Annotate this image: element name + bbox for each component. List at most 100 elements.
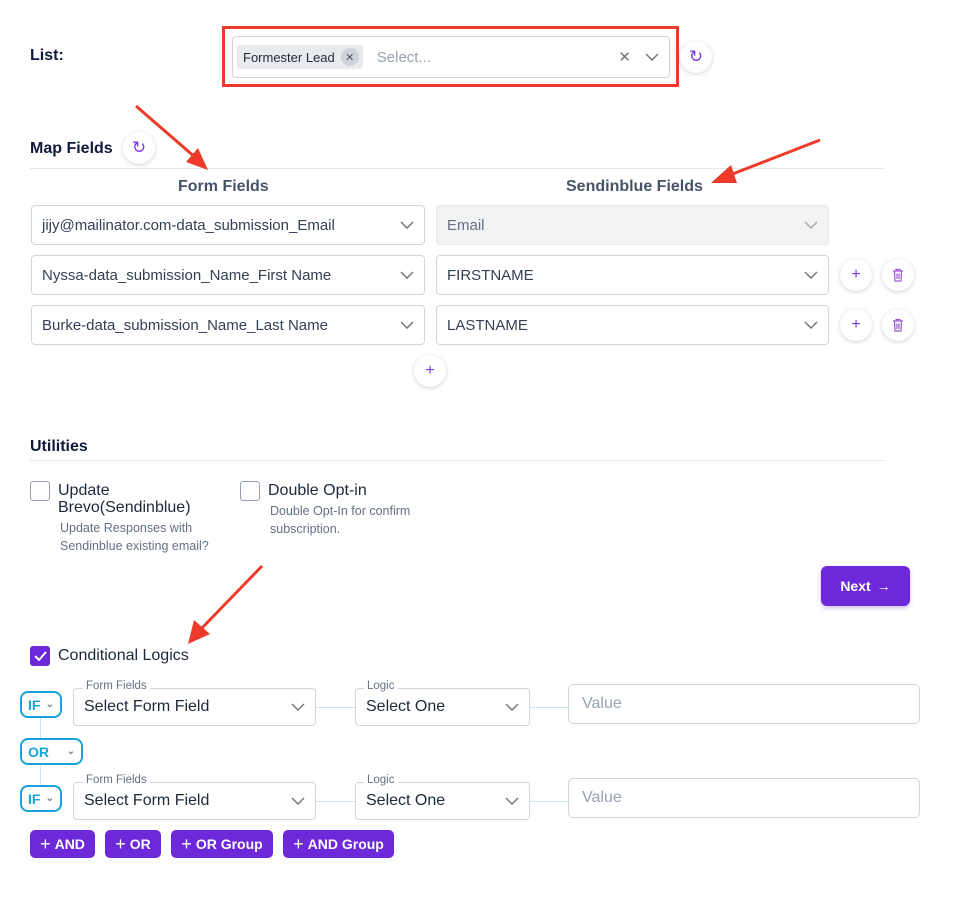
logic-float-label: Logic [364,774,398,786]
add-and-label: AND [54,836,85,852]
if-operator-select[interactable]: IF ⌄ [20,785,62,812]
chevron-down-icon [400,321,414,329]
checkmark-icon [33,651,47,661]
form-fields-float-label: Form Fields [83,680,150,692]
update-brevo-label-line1: Update [58,482,110,499]
chevron-down-icon: ⌄ [45,699,54,710]
plus-icon: + [851,316,861,333]
list-tag: Formester Lead ✕ [237,45,363,69]
chevron-down-icon [400,271,414,279]
form-fields-float-label: Form Fields [83,774,150,786]
condition-logic-select[interactable]: Select One [355,688,530,726]
sendinblue-field-value: LASTNAME [447,316,528,334]
plus-icon: + [425,362,435,379]
condition-form-field-value: Select Form Field [84,792,210,809]
sendinblue-field-value: Email [447,216,485,234]
update-brevo-label: Update Brevo(Sendinblue) [58,482,191,516]
chevron-down-icon [804,321,818,329]
sendinblue-field-value: FIRSTNAME [447,266,534,284]
connector-line [40,765,41,785]
delete-row-button[interactable] [882,309,914,341]
double-optin-help-line2: subscription. [270,522,341,536]
condition-value-placeholder: Value [582,695,622,712]
logic-float-label: Logic [364,680,398,692]
chevron-down-icon [291,797,305,805]
remove-tag-icon[interactable]: ✕ [340,48,359,66]
double-optin-checkbox[interactable] [240,481,260,501]
if-operator-label: IF [28,790,41,807]
utilities-title: Utilities [30,438,88,455]
sendinblue-field-select[interactable]: LASTNAME [436,305,829,345]
arrow-right-icon: → [876,578,891,594]
or-operator-select[interactable]: OR ⌄ [20,738,83,765]
plus-icon: + [851,266,861,283]
annotation-arrow-icon [711,138,821,183]
add-row-button[interactable]: + [840,309,872,341]
condition-value-input[interactable]: Value [568,778,920,818]
list-select[interactable]: Formester Lead ✕ Select... ✕ [232,36,670,78]
add-and-group-label: AND Group [307,836,384,852]
condition-form-field-select[interactable]: Select Form Field [73,688,316,726]
form-fields-header: Form Fields [178,178,269,195]
list-select-placeholder: Select... [376,48,431,66]
double-optin-help: Double Opt-In for confirm subscription. [270,502,410,538]
conditional-logics-label: Conditional Logics [58,647,189,664]
update-brevo-help-line2: Sendinblue existing email? [60,539,209,553]
form-field-value: Nyssa-data_submission_Name_First Name [42,266,332,284]
double-optin-label: Double Opt-in [268,482,367,499]
conditional-logics-checkbox[interactable] [30,646,50,666]
next-button-label: Next [840,578,871,594]
plus-icon: + [181,833,192,854]
chevron-down-icon [291,703,305,711]
refresh-list-button[interactable]: ↻ [680,41,712,73]
connector-line [315,707,355,708]
condition-logic-value: Select One [366,698,446,715]
trash-icon [893,318,903,332]
condition-form-field-value: Select Form Field [84,698,210,715]
double-optin-help-line1: Double Opt-In for confirm [270,504,411,518]
form-field-value: Burke-data_submission_Name_Last Name [42,316,328,334]
map-fields-title: Map Fields [30,140,113,157]
form-field-select[interactable]: Nyssa-data_submission_Name_First Name [31,255,425,295]
chevron-down-icon [400,221,414,229]
add-row-button[interactable]: + [840,259,872,291]
add-and-button[interactable]: + AND [30,830,95,858]
divider [30,460,884,461]
connector-line [315,801,355,802]
condition-logic-select[interactable]: Select One [355,782,530,820]
condition-logic-value: Select One [366,792,446,809]
delete-row-button[interactable] [882,259,914,291]
add-or-group-button[interactable]: + OR Group [171,830,273,858]
chevron-down-icon [505,703,519,711]
annotation-arrow-icon [135,104,208,170]
form-field-value: jijy@mailinator.com-data_submission_Emai… [42,216,335,234]
list-label: List: [30,47,64,64]
update-brevo-checkbox[interactable] [30,481,50,501]
connector-line [40,718,41,738]
plus-icon: + [293,833,304,854]
form-field-select[interactable]: jijy@mailinator.com-data_submission_Emai… [31,205,425,245]
add-or-button[interactable]: + OR [105,830,161,858]
chevron-down-icon[interactable] [645,53,659,61]
clear-icon[interactable]: ✕ [618,48,631,66]
chevron-down-icon: ⌄ [45,793,54,804]
plus-icon: + [40,833,51,854]
add-field-button[interactable]: + [414,355,446,387]
chevron-down-icon: ⌄ [66,746,75,757]
chevron-down-icon [505,797,519,805]
add-and-group-button[interactable]: + AND Group [283,830,394,858]
sendinblue-field-select: Email [436,205,829,245]
if-operator-label: IF [28,696,41,713]
condition-form-field-select[interactable]: Select Form Field [73,782,316,820]
if-operator-select[interactable]: IF ⌄ [20,691,62,718]
list-tag-label: Formester Lead [243,49,335,65]
form-field-select[interactable]: Burke-data_submission_Name_Last Name [31,305,425,345]
condition-value-input[interactable]: Value [568,684,920,724]
next-button[interactable]: Next → [821,566,910,606]
chevron-down-icon [804,271,818,279]
annotation-arrow-icon [188,564,264,644]
sendinblue-fields-header: Sendinblue Fields [566,178,703,195]
sendinblue-field-select[interactable]: FIRSTNAME [436,255,829,295]
refresh-icon: ↻ [688,47,704,66]
update-brevo-label-line2: Brevo(Sendinblue) [58,499,191,516]
